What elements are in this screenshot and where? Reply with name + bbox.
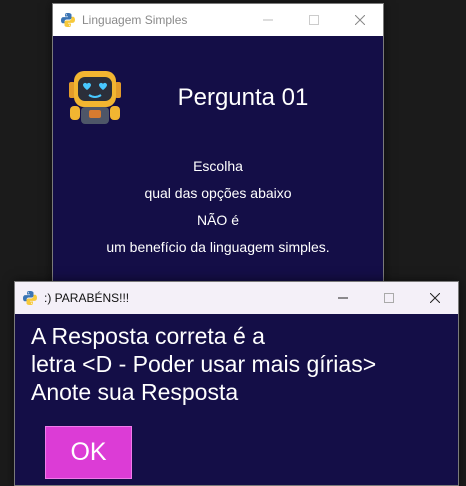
close-icon [430,293,440,303]
maximize-icon [309,15,319,25]
robot-emoji-icon [69,71,121,124]
dialog-titlebar[interactable]: :) PARABÉNS!!! [15,282,458,314]
ok-button[interactable]: OK [45,426,132,479]
close-icon [355,15,365,25]
result-message: A Resposta correta é a letra <D - Poder … [31,322,376,406]
close-button[interactable] [337,4,383,36]
maximize-button[interactable] [291,4,337,36]
window-title: Linguagem Simples [82,13,188,27]
dialog-title: :) PARABÉNS!!! [44,291,130,305]
question-line: Escolha [193,158,243,174]
python-icon [23,291,37,305]
result-dialog: :) PARABÉNS!!! A Resposta correta é a le… [14,281,459,486]
message-line: Anote sua Resposta [31,379,239,405]
question-title: Pergunta 01 [177,84,309,111]
message-line: A Resposta correta é a [31,323,265,349]
question-line: qual das opções abaixo [144,185,292,201]
main-window: Linguagem Simples Pergunta 01 Escolha qu… [52,3,384,303]
python-icon [61,13,75,27]
maximize-button[interactable] [366,282,412,314]
minimize-icon [338,297,348,299]
main-window-titlebar[interactable]: Linguagem Simples [53,4,383,36]
minimize-icon [263,19,273,21]
maximize-icon [384,293,394,303]
question-text: Escolha qual das opções abaixo NÃO é um … [53,156,383,264]
question-line: um benefício da linguagem simples. [106,239,330,255]
question-line: NÃO é [196,212,239,228]
message-line: letra <D - Poder usar mais gírias> [31,351,377,377]
minimize-button[interactable] [245,4,291,36]
close-button[interactable] [412,282,458,314]
minimize-button[interactable] [320,282,366,314]
